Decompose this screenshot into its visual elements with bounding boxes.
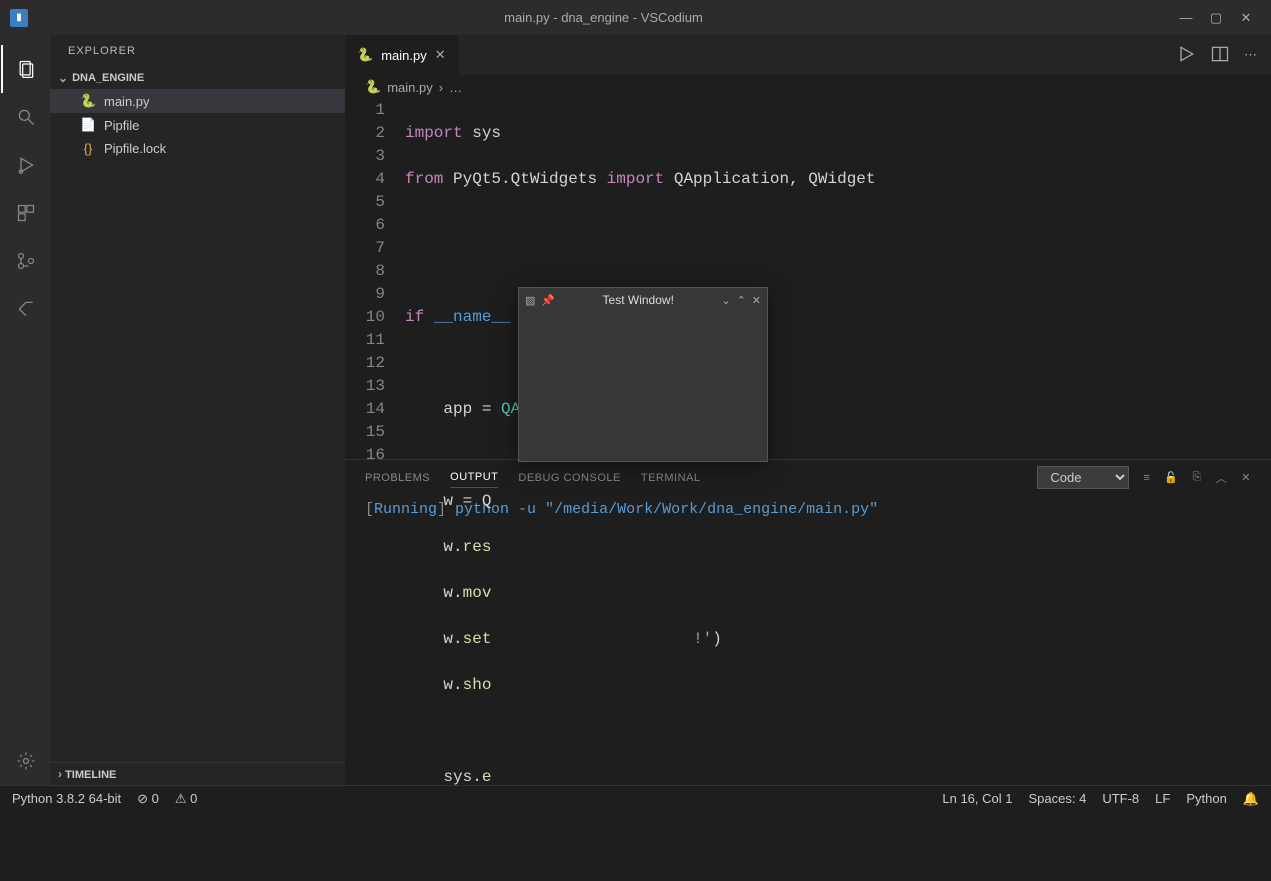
qt-minimize-icon[interactable]: ⌄ <box>721 294 730 307</box>
encoding[interactable]: UTF-8 <box>1102 791 1139 807</box>
close-panel-icon[interactable]: ✕ <box>1241 471 1251 484</box>
extensions-icon[interactable] <box>1 189 49 237</box>
maximize-button[interactable]: ▢ <box>1201 3 1231 33</box>
file-item-pipfile-lock[interactable]: {} Pipfile.lock <box>50 137 345 160</box>
json-file-icon: {} <box>80 141 96 156</box>
tab-label: main.py <box>381 48 427 63</box>
notifications-icon[interactable]: 🔔 <box>1243 791 1259 807</box>
word-wrap-icon[interactable]: ≡ <box>1143 472 1150 484</box>
language-mode[interactable]: Python <box>1186 791 1226 807</box>
close-window-button[interactable]: ✕ <box>1231 3 1261 33</box>
line-gutter: 12345678910111213141516 <box>345 99 405 459</box>
editor-tabs: 🐍 main.py ✕ ⋯ <box>345 35 1271 75</box>
qt-titlebar[interactable]: ▧ 📌 Test Window! ⌄ ⌃ ✕ <box>519 288 767 312</box>
qt-close-icon[interactable]: ✕ <box>752 294 761 307</box>
qt-test-window[interactable]: ▧ 📌 Test Window! ⌄ ⌃ ✕ <box>518 287 768 462</box>
lock-scroll-icon[interactable]: 🔓 <box>1164 471 1178 484</box>
file-icon: 📄 <box>80 117 96 133</box>
python-file-icon: 🐍 <box>365 79 381 95</box>
split-editor-icon[interactable] <box>1210 44 1230 67</box>
source-control-icon[interactable] <box>1 237 49 285</box>
more-actions-icon[interactable]: ⋯ <box>1244 47 1257 63</box>
maximize-panel-icon[interactable]: ︿ <box>1216 470 1228 486</box>
file-item-pipfile[interactable]: 📄 Pipfile <box>50 113 345 137</box>
chevron-right-icon: › <box>439 80 443 95</box>
chevron-right-icon: › <box>58 767 62 781</box>
python-interpreter[interactable]: Python 3.8.2 64-bit <box>12 791 121 806</box>
run-debug-icon[interactable] <box>1 141 49 189</box>
indentation[interactable]: Spaces: 4 <box>1028 791 1086 807</box>
code-editor[interactable]: 12345678910111213141516 import sys from … <box>345 99 1271 459</box>
breadcrumb[interactable]: 🐍 main.py › … <box>345 75 1271 99</box>
errors-count[interactable]: ⊘ 0 <box>137 791 159 807</box>
titlebar: ▮ main.py - dna_engine - VSCodium — ▢ ✕ <box>0 0 1271 35</box>
explorer-icon[interactable] <box>1 45 49 93</box>
python-file-icon: 🐍 <box>357 47 373 63</box>
settings-gear-icon[interactable] <box>1 737 49 785</box>
sidebar-title: EXPLORER <box>50 35 345 67</box>
clear-output-icon[interactable]: ⎘ <box>1192 471 1201 484</box>
run-button[interactable] <box>1176 44 1196 67</box>
cursor-position[interactable]: Ln 16, Col 1 <box>942 791 1012 807</box>
file-label: Pipfile.lock <box>104 141 166 156</box>
warnings-count[interactable]: ⚠ 0 <box>175 791 198 807</box>
search-icon[interactable] <box>1 93 49 141</box>
eol[interactable]: LF <box>1155 791 1170 807</box>
qt-app-icon: ▧ <box>525 294 535 307</box>
close-tab-icon[interactable]: ✕ <box>435 47 446 63</box>
output-filter-select[interactable]: Code <box>1037 466 1129 489</box>
activity-bar <box>0 35 50 785</box>
qt-title-text: Test Window! <box>561 293 715 307</box>
qt-maximize-icon[interactable]: ⌃ <box>737 294 746 307</box>
file-item-main[interactable]: 🐍 main.py <box>50 89 345 113</box>
qt-pin-icon[interactable]: 📌 <box>541 294 555 307</box>
live-share-icon[interactable] <box>1 285 49 333</box>
window-title: main.py - dna_engine - VSCodium <box>36 10 1171 25</box>
sidebar: EXPLORER ⌄DNA_ENGINE 🐍 main.py 📄 Pipfile {… <box>50 35 345 785</box>
app-logo-icon: ▮ <box>10 9 28 27</box>
chevron-down-icon: ⌄ <box>58 71 68 85</box>
timeline-section[interactable]: › TIMELINE <box>50 762 345 785</box>
tab-main-py[interactable]: 🐍 main.py ✕ <box>345 35 459 75</box>
minimize-button[interactable]: — <box>1171 3 1201 33</box>
file-label: Pipfile <box>104 118 139 133</box>
file-label: main.py <box>104 94 150 109</box>
project-folder[interactable]: ⌄DNA_ENGINE <box>50 67 345 89</box>
python-file-icon: 🐍 <box>80 93 96 109</box>
